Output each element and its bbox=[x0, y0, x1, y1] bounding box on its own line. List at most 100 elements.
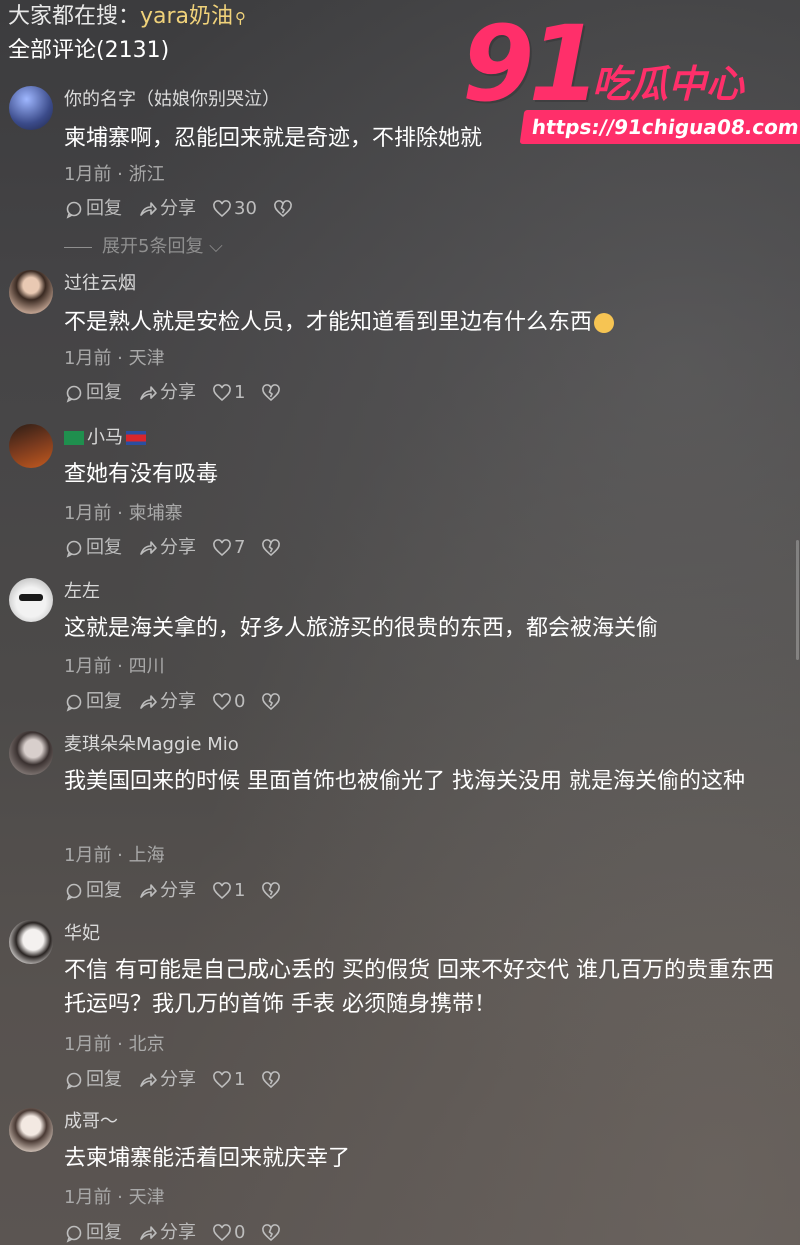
like-button[interactable]: 7 bbox=[212, 535, 245, 561]
like-count: 1 bbox=[234, 382, 246, 403]
share-button[interactable]: 分享 bbox=[138, 535, 196, 561]
share-button[interactable]: 分享 bbox=[138, 1220, 196, 1245]
like-count: 0 bbox=[234, 1222, 246, 1243]
comment-text: 查她有没有吸毒 bbox=[64, 462, 219, 487]
comment-username[interactable]: 你的名字（姑娘你别哭泣） bbox=[64, 87, 280, 113]
comment-meta: 1月前 · 天津 bbox=[64, 348, 165, 369]
share-button[interactable]: 分享 bbox=[138, 878, 196, 904]
share-arrow-icon bbox=[138, 1223, 158, 1243]
like-button[interactable]: 1 bbox=[212, 1067, 245, 1093]
share-arrow-icon bbox=[138, 383, 158, 403]
comment-actions: 回复 分享 1 bbox=[64, 1067, 281, 1093]
dislike-button[interactable] bbox=[261, 1070, 281, 1090]
comment-meta: 1月前 · 四川 bbox=[64, 656, 165, 677]
broken-heart-icon bbox=[262, 384, 281, 402]
comment-text: 这就是海关拿的，好多人旅游买的很贵的东西，都会被海关偷 bbox=[64, 616, 659, 641]
watermark-logo-number: 91 bbox=[462, 3, 601, 125]
dislike-button[interactable] bbox=[261, 538, 281, 558]
reply-button[interactable]: 回复 bbox=[64, 1067, 122, 1093]
heart-icon bbox=[212, 1223, 232, 1243]
search-keyword-link[interactable]: yara奶油 bbox=[140, 4, 233, 29]
reply-button[interactable]: 回复 bbox=[64, 689, 122, 715]
heart-icon bbox=[212, 692, 232, 712]
reply-button[interactable]: 回复 bbox=[64, 196, 122, 222]
comment-username[interactable]: 小马 bbox=[64, 425, 149, 451]
comment-text: 去柬埔寨能活着回来就庆幸了 bbox=[64, 1146, 351, 1171]
comment-bubble-icon bbox=[64, 199, 84, 219]
reply-button[interactable]: 回复 bbox=[64, 878, 122, 904]
comment-meta: 1月前 · 柬埔寨 bbox=[64, 503, 183, 524]
comment-username[interactable]: 左左 bbox=[64, 579, 100, 605]
share-arrow-icon bbox=[138, 199, 158, 219]
dislike-button[interactable] bbox=[273, 199, 293, 219]
comment-text: 不是熟人就是安检人员，才能知道看到里边有什么东西 bbox=[64, 306, 784, 340]
comment-bubble-icon bbox=[64, 383, 84, 403]
comment-meta: 1月前 · 浙江 bbox=[64, 164, 165, 185]
like-count: 1 bbox=[234, 1069, 246, 1090]
like-button[interactable]: 1 bbox=[212, 878, 245, 904]
comment-username[interactable]: 过往云烟 bbox=[64, 271, 136, 297]
search-suggestion[interactable]: 大家都在搜：yara奶油 ⚲ bbox=[8, 2, 246, 33]
comment-bubble-icon bbox=[64, 692, 84, 712]
scrollbar[interactable] bbox=[796, 540, 799, 660]
heart-icon bbox=[212, 383, 232, 403]
avatar[interactable] bbox=[9, 86, 53, 130]
broken-heart-icon bbox=[262, 693, 281, 711]
comment-text: 我美国回来的时候 里面首饰也被偷光了 找海关没用 就是海关偷的这种 bbox=[64, 769, 745, 794]
avatar[interactable] bbox=[9, 424, 53, 468]
comment-meta: 1月前 · 上海 bbox=[64, 845, 165, 866]
heart-icon bbox=[212, 881, 232, 901]
avatar[interactable] bbox=[9, 270, 53, 314]
avatar[interactable] bbox=[9, 731, 53, 775]
like-button[interactable]: 1 bbox=[212, 380, 245, 406]
broken-heart-icon bbox=[262, 1071, 281, 1089]
comment-actions: 回复 分享 1 bbox=[64, 878, 281, 904]
watermark-logo-name: 吃瓜中心 bbox=[592, 62, 745, 106]
heart-icon bbox=[212, 538, 232, 558]
sunglasses-icon bbox=[19, 594, 43, 601]
avatar[interactable] bbox=[9, 920, 53, 964]
comment-actions: 回复 分享 0 bbox=[64, 1220, 281, 1245]
like-count: 7 bbox=[234, 537, 246, 558]
share-arrow-icon bbox=[138, 538, 158, 558]
avatar[interactable] bbox=[9, 578, 53, 622]
expand-replies-button[interactable]: 展开5条回复 ⌵ bbox=[64, 234, 223, 260]
reply-button[interactable]: 回复 bbox=[64, 535, 122, 561]
search-icon: ⚲ bbox=[235, 9, 247, 27]
share-button[interactable]: 分享 bbox=[138, 1067, 196, 1093]
macau-flag-icon bbox=[64, 431, 84, 445]
dislike-button[interactable] bbox=[261, 383, 281, 403]
share-arrow-icon bbox=[138, 692, 158, 712]
broken-heart-icon bbox=[262, 882, 281, 900]
comment-bubble-icon bbox=[64, 1070, 84, 1090]
comment-username[interactable]: 成哥～ bbox=[64, 1109, 118, 1135]
cambodia-flag-icon bbox=[126, 431, 146, 445]
broken-heart-icon bbox=[262, 1224, 281, 1242]
chevron-down-icon: ⌵ bbox=[203, 236, 223, 257]
like-button[interactable]: 0 bbox=[212, 1220, 245, 1245]
like-button[interactable]: 30 bbox=[212, 196, 257, 222]
dislike-button[interactable] bbox=[261, 1223, 281, 1243]
like-count: 1 bbox=[234, 880, 246, 901]
share-arrow-icon bbox=[138, 1070, 158, 1090]
avatar[interactable] bbox=[9, 1108, 53, 1152]
share-button[interactable]: 分享 bbox=[138, 380, 196, 406]
share-button[interactable]: 分享 bbox=[138, 689, 196, 715]
dislike-button[interactable] bbox=[261, 881, 281, 901]
broken-heart-icon bbox=[262, 539, 281, 557]
comment-username[interactable]: 华妃 bbox=[64, 921, 100, 947]
comment-actions: 回复 分享 1 bbox=[64, 380, 281, 406]
like-button[interactable]: 0 bbox=[212, 689, 245, 715]
share-arrow-icon bbox=[138, 881, 158, 901]
comment-meta: 1月前 · 天津 bbox=[64, 1187, 165, 1208]
like-count: 0 bbox=[234, 691, 246, 712]
comment-username[interactable]: 麦琪朵朵Maggie Mio bbox=[64, 732, 239, 758]
like-count: 30 bbox=[234, 198, 257, 219]
share-button[interactable]: 分享 bbox=[138, 196, 196, 222]
dislike-button[interactable] bbox=[261, 692, 281, 712]
comment-bubble-icon bbox=[64, 538, 84, 558]
comment-bubble-icon bbox=[64, 1223, 84, 1243]
reply-button[interactable]: 回复 bbox=[64, 1220, 122, 1245]
reply-button[interactable]: 回复 bbox=[64, 380, 122, 406]
heart-icon bbox=[212, 199, 232, 219]
